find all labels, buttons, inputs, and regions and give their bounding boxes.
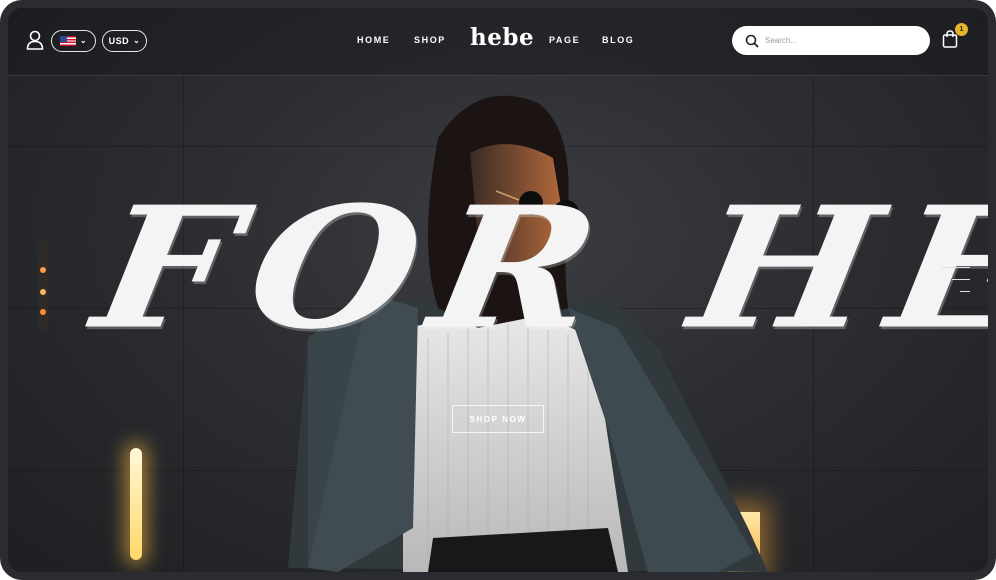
search-icon[interactable]: [745, 34, 759, 48]
chevron-down-icon: ⌄: [133, 36, 141, 45]
currency-selector[interactable]: USD ⌄: [102, 30, 147, 52]
hero-section: FOR HER SHOP NOW ⌄ USD ⌄ HOME SHOP hebe: [8, 8, 988, 572]
language-selector[interactable]: ⌄: [51, 30, 96, 52]
search-bar[interactable]: [732, 26, 930, 55]
nav-home[interactable]: HOME: [357, 35, 390, 45]
slider-nav-lines[interactable]: [940, 267, 970, 303]
device-frame: FOR HER SHOP NOW ⌄ USD ⌄ HOME SHOP hebe: [0, 0, 996, 580]
cart-count-badge: 1: [955, 23, 968, 36]
site-header: ⌄ USD ⌄ HOME SHOP hebe PAGE BLOG Search.…: [8, 8, 988, 76]
nav-shop[interactable]: SHOP: [414, 35, 446, 45]
chevron-down-icon: ⌄: [79, 36, 88, 45]
nav-blog[interactable]: BLOG: [602, 35, 634, 45]
search-input[interactable]: [765, 36, 925, 45]
shop-now-button[interactable]: SHOP NOW: [452, 405, 544, 433]
nav-page[interactable]: PAGE: [549, 35, 580, 45]
site-logo[interactable]: hebe: [470, 24, 534, 51]
us-flag-icon: [59, 36, 76, 46]
user-account-icon[interactable]: [26, 30, 44, 50]
currency-label: USD: [108, 36, 130, 46]
hero-title: FOR HER: [82, 169, 988, 367]
